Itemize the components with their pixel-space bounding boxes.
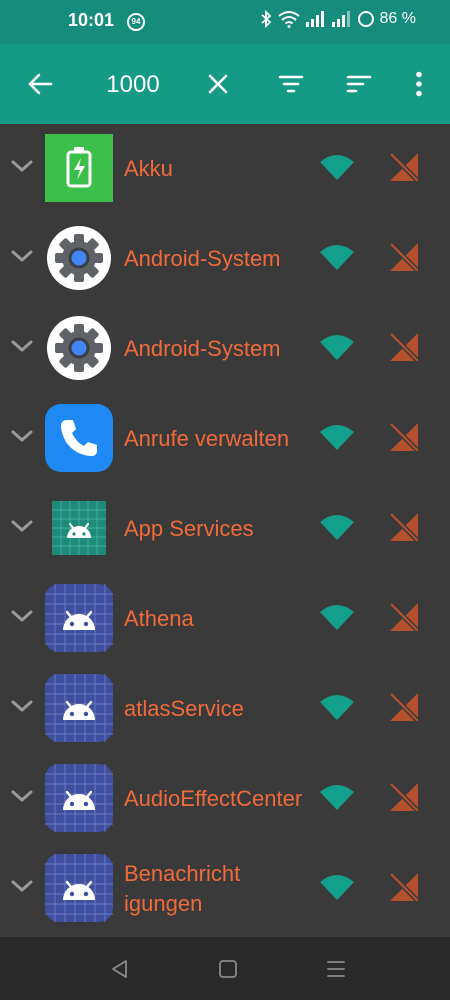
mobile-data-off-icon[interactable] bbox=[388, 691, 420, 723]
phone-app-icon bbox=[45, 404, 113, 472]
toolbar bbox=[0, 44, 450, 124]
app-list: Akku Android-System Android-System Anruf… bbox=[0, 124, 450, 934]
app-name: Anrufe verwalten bbox=[124, 426, 290, 451]
chevron-down-icon[interactable] bbox=[10, 874, 34, 898]
battery-level: 86 % bbox=[379, 10, 416, 27]
app-row-audioeffectcenter[interactable]: AudioEffectCenter bbox=[0, 754, 450, 844]
wifi-icon[interactable] bbox=[320, 692, 354, 720]
sort-icon bbox=[346, 75, 372, 93]
chevron-down-icon[interactable] bbox=[10, 604, 34, 628]
close-icon bbox=[208, 74, 228, 94]
mobile-data-off-icon[interactable] bbox=[388, 241, 420, 273]
navigation-bar bbox=[0, 937, 450, 1000]
more-vertical-icon bbox=[416, 71, 422, 97]
chevron-down-icon[interactable] bbox=[10, 334, 34, 358]
android-app-icon bbox=[45, 764, 113, 832]
app-row-anrufe-verwalten[interactable]: Anrufe verwalten bbox=[0, 394, 450, 484]
filter-icon bbox=[278, 75, 304, 93]
mobile-data-off-icon[interactable] bbox=[388, 781, 420, 813]
recents-menu-icon[interactable] bbox=[324, 957, 348, 981]
arrow-left-icon bbox=[28, 73, 53, 95]
chevron-down-icon[interactable] bbox=[10, 154, 34, 178]
battery-ring-icon bbox=[357, 11, 374, 27]
app-row-android-system[interactable]: Android-System bbox=[0, 214, 450, 304]
app-name: Akku bbox=[124, 156, 173, 181]
chevron-down-icon[interactable] bbox=[10, 514, 34, 538]
mobile-data-off-icon[interactable] bbox=[388, 421, 420, 453]
app-name: Android-System bbox=[124, 246, 281, 271]
app-row-athena[interactable]: Athena bbox=[0, 574, 450, 664]
wifi-icon[interactable] bbox=[320, 242, 354, 270]
wifi-icon[interactable] bbox=[320, 332, 354, 360]
signal-icon-1 bbox=[305, 11, 324, 27]
status-icons: 86 % bbox=[260, 10, 416, 28]
app-row-akku[interactable]: Akku bbox=[0, 124, 450, 214]
chevron-down-icon[interactable] bbox=[10, 424, 34, 448]
overflow-menu-button[interactable] bbox=[404, 44, 434, 124]
wifi-status-icon bbox=[277, 11, 300, 28]
app-name: Athena bbox=[124, 606, 194, 631]
bluetooth-icon bbox=[260, 10, 271, 28]
notification-badge: 94 bbox=[127, 13, 145, 31]
back-button[interactable] bbox=[22, 44, 58, 124]
clear-search-button[interactable] bbox=[200, 44, 236, 124]
sort-button[interactable] bbox=[340, 44, 378, 124]
mobile-data-off-icon[interactable] bbox=[388, 601, 420, 633]
status-bar: 10:01 94 86 % bbox=[0, 0, 450, 44]
mobile-data-off-icon[interactable] bbox=[388, 871, 420, 903]
app-row-android-system-2[interactable]: Android-System bbox=[0, 304, 450, 394]
app-row-app-services[interactable]: App Services bbox=[0, 484, 450, 574]
wifi-icon[interactable] bbox=[320, 422, 354, 450]
app-row-benachrichtigungen[interactable]: Benachrichtigungen bbox=[0, 844, 450, 934]
app-name: Android-System bbox=[124, 336, 281, 361]
mobile-data-off-icon[interactable] bbox=[388, 331, 420, 363]
app-row-atlasservice[interactable]: atlasService bbox=[0, 664, 450, 754]
app-name: atlasService bbox=[124, 696, 244, 721]
chevron-down-icon[interactable] bbox=[10, 694, 34, 718]
wifi-icon[interactable] bbox=[320, 602, 354, 630]
search-input[interactable] bbox=[86, 66, 180, 104]
android-app-icon bbox=[45, 674, 113, 742]
gear-app-icon bbox=[47, 316, 111, 380]
filter-button[interactable] bbox=[272, 44, 310, 124]
chevron-down-icon[interactable] bbox=[10, 784, 34, 808]
signal-icon-2 bbox=[331, 11, 350, 27]
android-app-icon bbox=[52, 501, 106, 555]
android-app-icon bbox=[45, 854, 113, 922]
back-triangle-icon[interactable] bbox=[108, 957, 132, 981]
android-app-icon bbox=[45, 584, 113, 652]
wifi-icon[interactable] bbox=[320, 152, 354, 180]
wifi-icon[interactable] bbox=[320, 872, 354, 900]
wifi-icon[interactable] bbox=[320, 782, 354, 810]
app-name: AudioEffectCenter bbox=[124, 786, 303, 811]
status-time: 10:01 bbox=[68, 10, 115, 30]
battery-app-icon bbox=[45, 134, 113, 202]
mobile-data-off-icon[interactable] bbox=[388, 511, 420, 543]
mobile-data-off-icon[interactable] bbox=[388, 151, 420, 183]
chevron-down-icon[interactable] bbox=[10, 244, 34, 268]
app-name: App Services bbox=[124, 516, 254, 541]
gear-app-icon bbox=[47, 226, 111, 290]
home-square-icon[interactable] bbox=[216, 957, 240, 981]
app-name: Benachrichtigungen bbox=[124, 861, 241, 916]
wifi-icon[interactable] bbox=[320, 512, 354, 540]
